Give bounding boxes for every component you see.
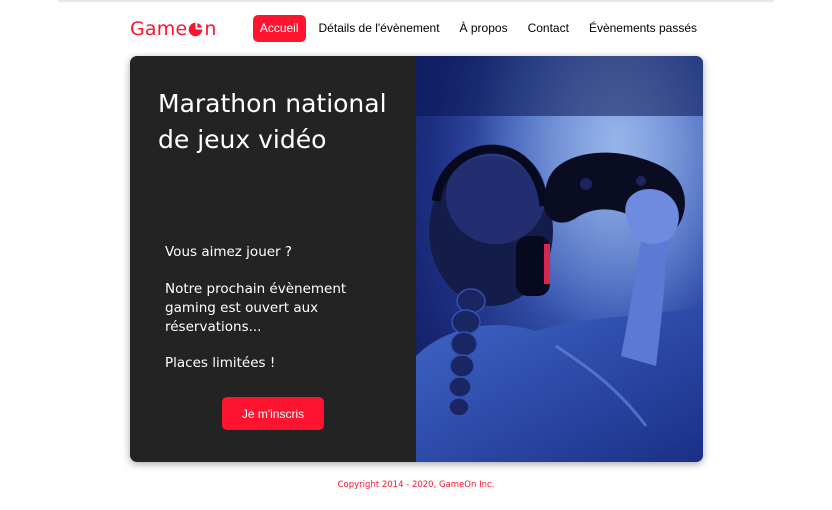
hero-text-panel: Marathon national de jeux vidéo Vous aim…: [130, 56, 416, 462]
signup-button[interactable]: Je m'inscris: [222, 397, 324, 430]
logo-text-game: Game: [130, 18, 188, 40]
hero-section: Marathon national de jeux vidéo Vous aim…: [130, 56, 703, 462]
nav-item-about[interactable]: À propos: [453, 15, 515, 42]
hero-paragraph-3: Places limitées !: [165, 355, 276, 371]
hero-paragraph-1: Vous aimez jouer ?: [165, 244, 293, 260]
hero-gamer-image: [416, 56, 703, 462]
nav-item-past-events[interactable]: Évènements passés: [582, 15, 704, 42]
nav-item-accueil[interactable]: Accueil: [252, 15, 306, 42]
nav-item-event-details[interactable]: Détails de l'évènement: [312, 15, 447, 42]
hero-paragraph-2: Notre prochain évènement gaming est ouve…: [165, 281, 347, 335]
hero-title: Marathon national de jeux vidéo: [158, 89, 387, 154]
gamer-photo: [416, 56, 703, 462]
logo-o-icon: [189, 22, 203, 37]
footer-copyright: Copyright 2014 - 2020, GameOn Inc.: [337, 480, 495, 490]
nav-item-contact[interactable]: Contact: [521, 15, 576, 42]
logo-text-n: n: [204, 18, 217, 40]
main-navigation: Accueil Détails de l'évènement À propos …: [252, 15, 704, 42]
top-divider: [58, 0, 774, 2]
gameon-logo[interactable]: Game n: [130, 16, 217, 42]
